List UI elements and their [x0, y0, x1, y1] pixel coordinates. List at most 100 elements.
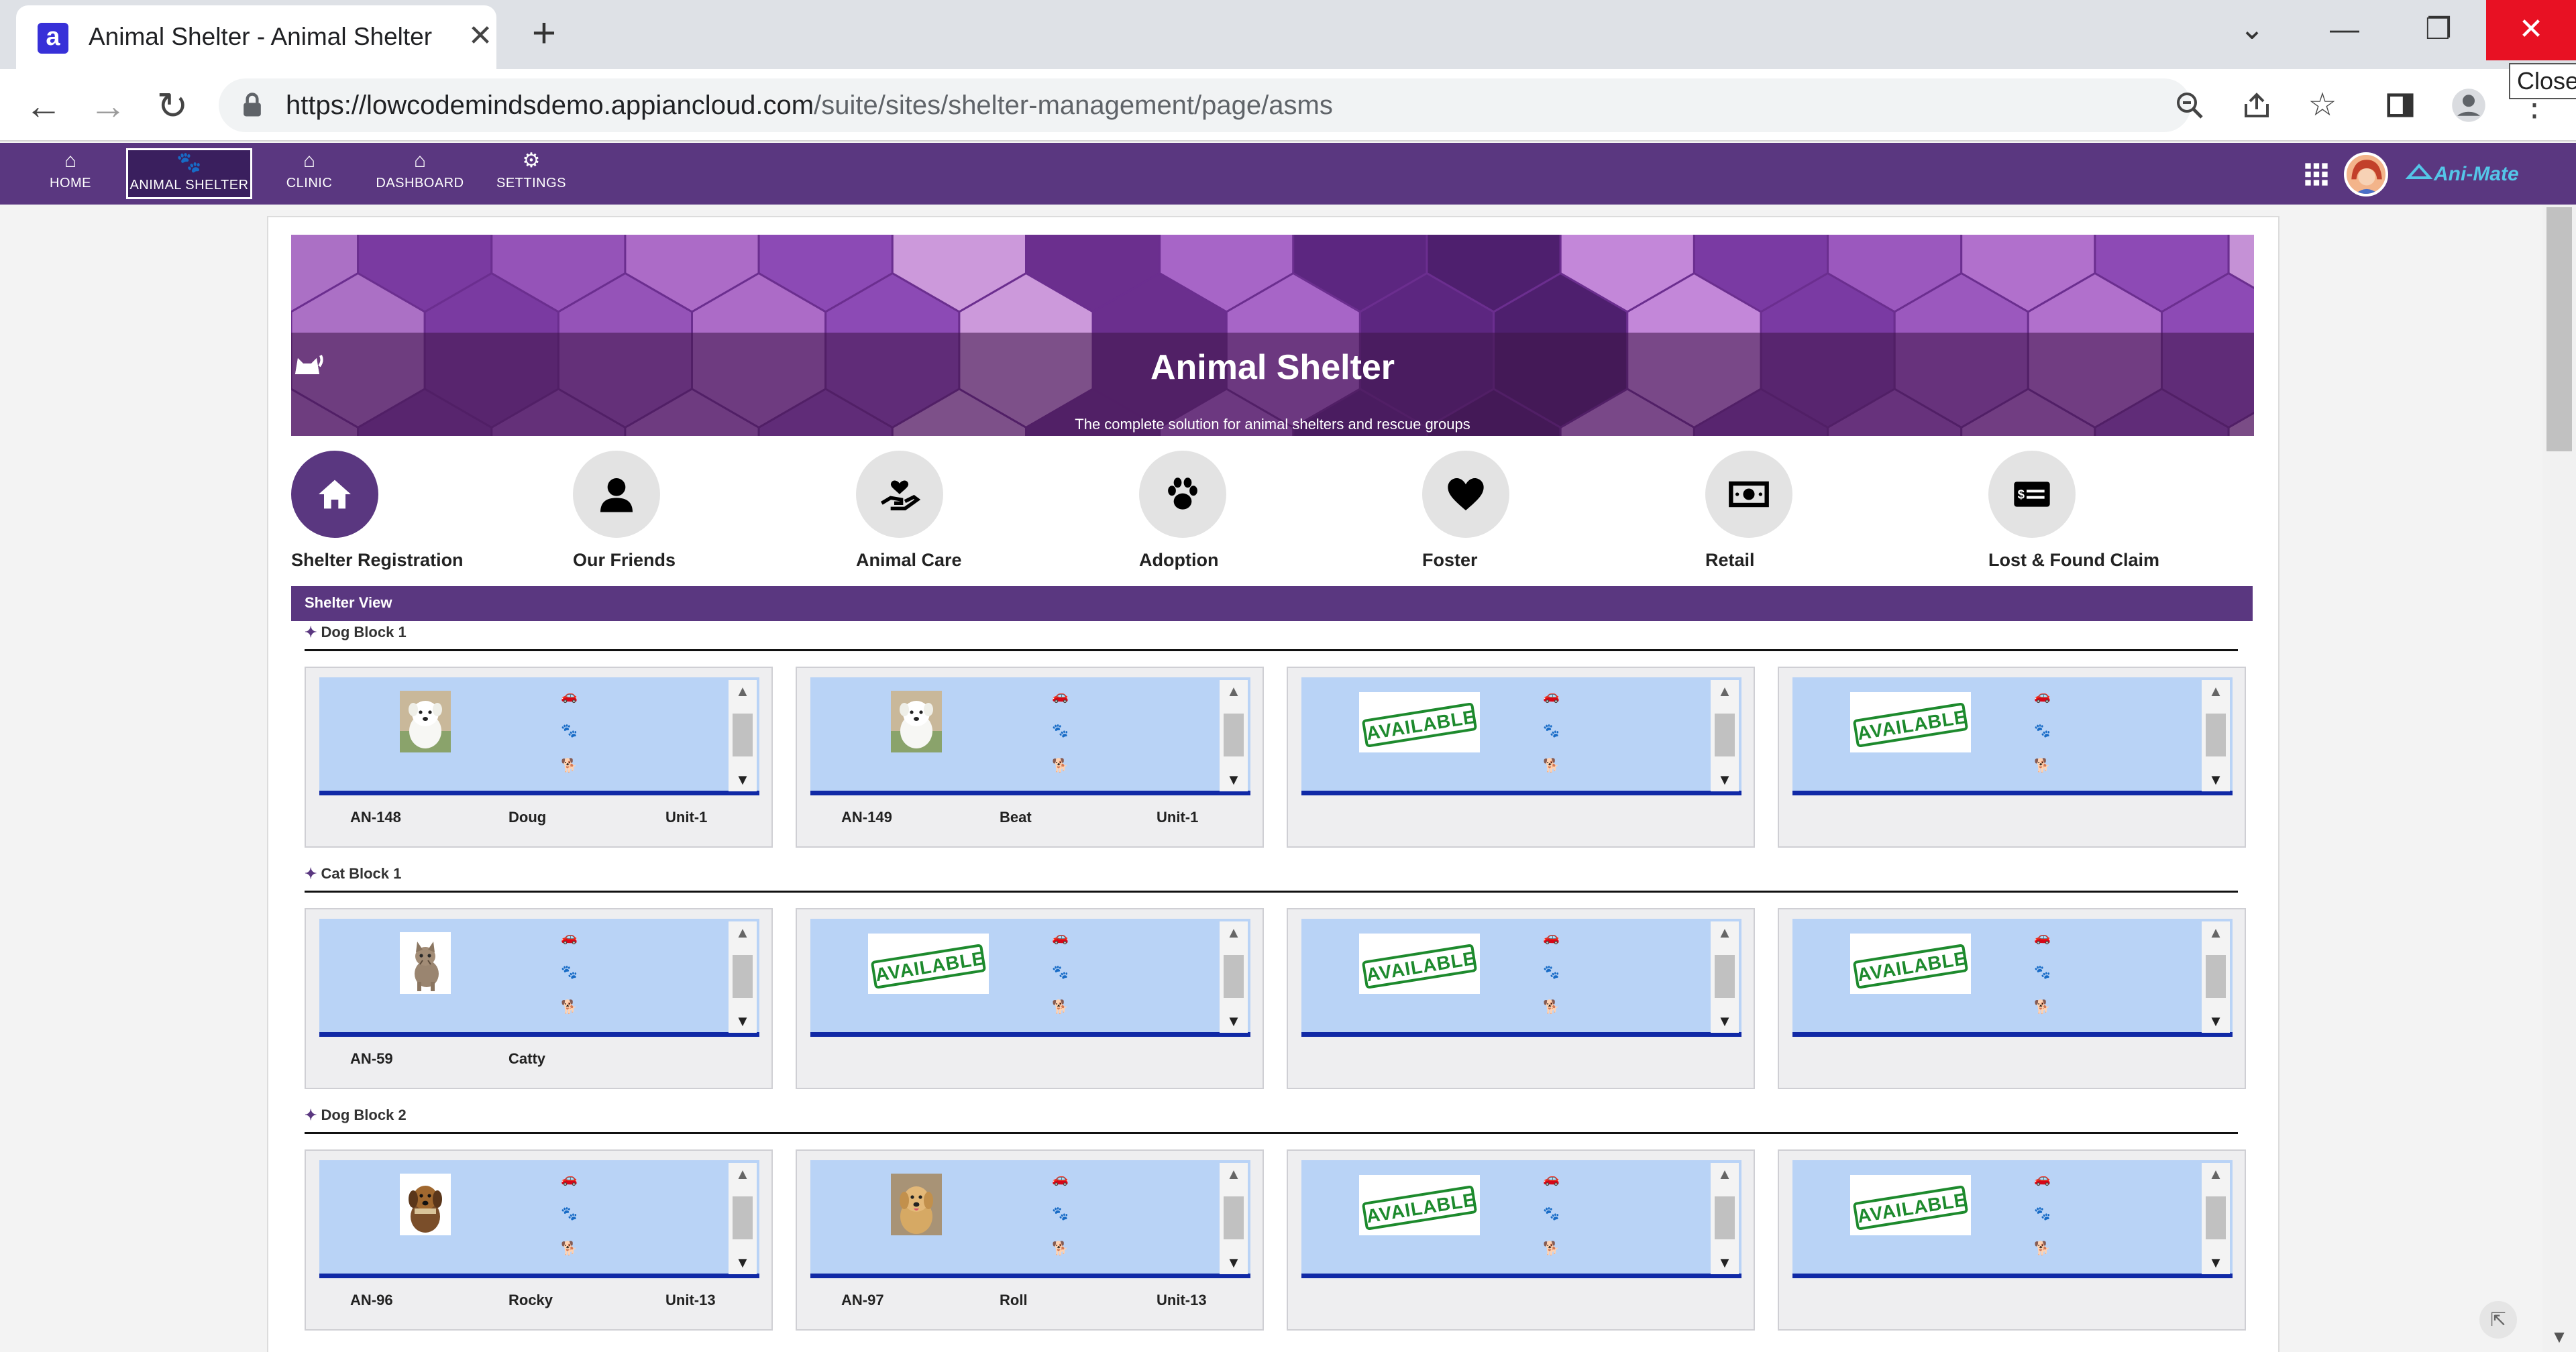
unit-scrollbar[interactable]: ▲ ▼	[729, 680, 757, 791]
scroll-up-arrow-icon[interactable]: ▲	[2202, 1164, 2230, 1184]
pet-icon[interactable]: 🐕	[2034, 999, 2051, 1015]
car-icon[interactable]: 🚗	[1052, 929, 1069, 946]
unit-scrollbar[interactable]: ▲ ▼	[2202, 921, 2230, 1033]
scroll-up-arrow-icon[interactable]: ▲	[2202, 681, 2230, 701]
paw-icon[interactable]: 🐾	[1543, 964, 1560, 980]
scroll-up-arrow-icon[interactable]: ▲	[1220, 1164, 1248, 1184]
unit-scrollbar-thumb[interactable]	[1224, 714, 1244, 756]
shelter-unit-card[interactable]: AVAILABLE 🚗 🐾 🐕 ▲ ▼	[1287, 908, 1755, 1089]
shelter-unit-card[interactable]: 🚗 🐾 🐕 ▲ ▼ AN-149 Beat Unit-1	[796, 667, 1264, 848]
car-icon[interactable]: 🚗	[1543, 688, 1560, 704]
shelter-unit-card[interactable]: AVAILABLE 🚗 🐾 🐕 ▲ ▼	[1778, 667, 2246, 848]
scroll-up-arrow-icon[interactable]: ▲	[729, 923, 757, 943]
paw-icon[interactable]: 🐾	[1052, 1206, 1069, 1222]
unit-scrollbar-thumb[interactable]	[2206, 955, 2226, 998]
feedback-icon[interactable]: ⇱	[2479, 1301, 2517, 1339]
scroll-up-arrow-icon[interactable]: ▲	[1220, 923, 1248, 943]
car-icon[interactable]: 🚗	[561, 929, 578, 946]
car-icon[interactable]: 🚗	[1052, 1171, 1069, 1187]
unit-scrollbar[interactable]: ▲ ▼	[729, 921, 757, 1033]
pet-icon[interactable]: 🐕	[1543, 758, 1560, 774]
shelter-unit-card[interactable]: AVAILABLE 🚗 🐾 🐕 ▲ ▼	[1778, 908, 2246, 1089]
unit-scrollbar-thumb[interactable]	[1224, 955, 1244, 998]
car-icon[interactable]: 🚗	[1543, 1171, 1560, 1187]
paw-icon[interactable]: 🐾	[1543, 1206, 1560, 1222]
nav-home[interactable]: ⌂ HOME	[40, 148, 101, 199]
car-icon[interactable]: 🚗	[2034, 929, 2051, 946]
unit-scrollbar-thumb[interactable]	[2206, 714, 2226, 756]
unit-scrollbar[interactable]: ▲ ▼	[1711, 921, 1739, 1033]
tab-close-icon[interactable]: ✕	[462, 17, 499, 55]
animal-photo[interactable]	[400, 691, 451, 752]
scroll-down-arrow-icon[interactable]: ▼	[1220, 1011, 1248, 1031]
bookmark-star-icon[interactable]: ☆	[2301, 84, 2344, 127]
animal-photo[interactable]	[891, 691, 942, 752]
unit-scrollbar-thumb[interactable]	[1715, 714, 1735, 756]
car-icon[interactable]: 🚗	[2034, 688, 2051, 704]
car-icon[interactable]: 🚗	[561, 1171, 578, 1187]
paw-icon[interactable]: 🐾	[2034, 723, 2051, 739]
zoom-icon[interactable]	[2168, 84, 2211, 127]
feature-lost-found-claim[interactable]: $ Lost & Found Claim	[1988, 451, 2210, 585]
page-scrollbar-thumb[interactable]	[2546, 207, 2572, 451]
car-icon[interactable]: 🚗	[1543, 929, 1560, 946]
user-avatar[interactable]	[2344, 152, 2388, 196]
unit-scrollbar[interactable]: ▲ ▼	[1711, 680, 1739, 791]
feature-foster[interactable]: Foster	[1422, 451, 1644, 585]
address-bar[interactable]: https://lowcodemindsdemo.appiancloud.com…	[219, 78, 2191, 132]
paw-icon[interactable]: 🐾	[1543, 723, 1560, 739]
scroll-up-arrow-icon[interactable]: ▲	[1711, 681, 1739, 701]
tab-search-chevron-icon[interactable]: ⌄	[2215, 0, 2289, 60]
scroll-up-arrow-icon[interactable]: ▲	[1220, 681, 1248, 701]
shelter-unit-card[interactable]: AVAILABLE 🚗 🐾 🐕 ▲ ▼	[796, 908, 1264, 1089]
pet-icon[interactable]: 🐕	[1543, 1241, 1560, 1257]
window-restore-button[interactable]: ❐	[2402, 0, 2475, 60]
pet-icon[interactable]: 🐕	[561, 758, 578, 774]
unit-scrollbar[interactable]: ▲ ▼	[1220, 1163, 1248, 1274]
new-tab-button[interactable]: +	[521, 13, 568, 54]
car-icon[interactable]: 🚗	[561, 688, 578, 704]
scroll-down-arrow-icon[interactable]: ▼	[729, 770, 757, 790]
shelter-unit-card[interactable]: AVAILABLE 🚗 🐾 🐕 ▲ ▼	[1287, 1149, 1755, 1331]
side-panel-icon[interactable]	[2379, 84, 2422, 127]
paw-icon[interactable]: 🐾	[1052, 964, 1069, 980]
reload-icon[interactable]: ↻	[149, 82, 196, 129]
pet-icon[interactable]: 🐕	[1052, 999, 1069, 1015]
feature-shelter-registration[interactable]: Shelter Registration	[291, 451, 513, 585]
scroll-down-arrow-icon[interactable]: ▼	[2202, 770, 2230, 790]
paw-icon[interactable]: 🐾	[2034, 1206, 2051, 1222]
unit-scrollbar-thumb[interactable]	[1715, 1196, 1735, 1239]
unit-scrollbar[interactable]: ▲ ▼	[1711, 1163, 1739, 1274]
scroll-up-arrow-icon[interactable]: ▲	[1711, 1164, 1739, 1184]
pet-icon[interactable]: 🐕	[561, 999, 578, 1015]
shelter-unit-card[interactable]: 🚗 🐾 🐕 ▲ ▼ AN-148 Doug Unit-1	[305, 667, 773, 848]
unit-scrollbar[interactable]: ▲ ▼	[729, 1163, 757, 1274]
scroll-down-arrow-icon[interactable]: ▼	[1220, 1253, 1248, 1273]
car-icon[interactable]: 🚗	[1052, 688, 1069, 704]
shelter-unit-card[interactable]: 🚗 🐾 🐕 ▲ ▼ AN-96 Rocky Unit-13	[305, 1149, 773, 1331]
scroll-up-arrow-icon[interactable]: ▲	[1711, 923, 1739, 943]
paw-icon[interactable]: 🐾	[561, 964, 578, 980]
shelter-unit-card[interactable]: AVAILABLE 🚗 🐾 🐕 ▲ ▼	[1287, 667, 1755, 848]
unit-scrollbar[interactable]: ▲ ▼	[1220, 680, 1248, 791]
paw-icon[interactable]: 🐾	[561, 723, 578, 739]
pet-icon[interactable]: 🐕	[2034, 1241, 2051, 1257]
scroll-down-arrow-icon[interactable]: ▼	[1711, 770, 1739, 790]
feature-our-friends[interactable]: Our Friends	[573, 451, 794, 585]
nav-settings[interactable]: ⚙ SETTINGS	[494, 148, 569, 199]
profile-icon[interactable]	[2447, 84, 2490, 127]
scroll-down-arrow-icon[interactable]: ▼	[2202, 1253, 2230, 1273]
back-arrow-icon[interactable]: ←	[20, 82, 67, 129]
forward-arrow-icon[interactable]: →	[85, 82, 131, 129]
nav-clinic[interactable]: ⌂ CLINIC	[279, 148, 339, 199]
scroll-down-arrow-icon[interactable]: ▼	[2548, 1327, 2571, 1349]
feature-animal-care[interactable]: Animal Care	[856, 451, 1077, 585]
shelter-unit-card[interactable]: 🚗 🐾 🐕 ▲ ▼ AN-97 Roll Unit-13	[796, 1149, 1264, 1331]
paw-icon[interactable]: 🐾	[1052, 723, 1069, 739]
pet-icon[interactable]: 🐕	[2034, 758, 2051, 774]
scroll-up-arrow-icon[interactable]: ▲	[729, 681, 757, 701]
unit-scrollbar[interactable]: ▲ ▼	[1220, 921, 1248, 1033]
pet-icon[interactable]: 🐕	[1052, 758, 1069, 774]
unit-scrollbar-thumb[interactable]	[1715, 955, 1735, 998]
scroll-up-arrow-icon[interactable]: ▲	[729, 1164, 757, 1184]
